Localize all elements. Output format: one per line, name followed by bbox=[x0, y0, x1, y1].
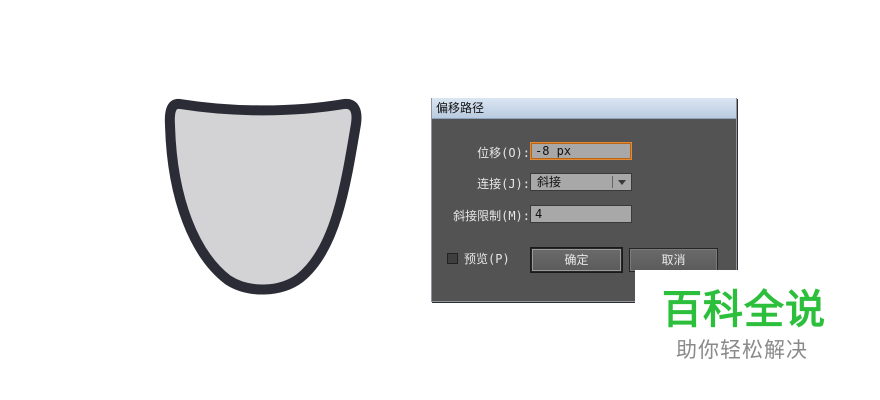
offset-path-shape[interactable] bbox=[164, 98, 362, 295]
preview-label[interactable]: 预览(P) bbox=[464, 250, 510, 267]
select-divider bbox=[612, 176, 613, 188]
offset-input[interactable]: -8 px bbox=[530, 142, 632, 160]
watermark-slogan: 助你轻松解决 bbox=[676, 338, 808, 362]
watermark-logo-text: 百科全说 bbox=[662, 287, 826, 333]
offset-label: 位移(O): bbox=[477, 146, 530, 160]
preview-checkbox[interactable] bbox=[447, 253, 458, 264]
joins-select[interactable]: 斜接 bbox=[530, 173, 632, 191]
joins-label: 连接(J): bbox=[477, 177, 530, 191]
ok-button[interactable]: 确定 bbox=[531, 248, 622, 272]
cancel-button[interactable]: 取消 bbox=[629, 248, 718, 272]
miter-limit-input[interactable]: 4 bbox=[530, 205, 632, 223]
miter-limit-label: 斜接限制(M): bbox=[453, 209, 530, 223]
joins-selected-value: 斜接 bbox=[537, 175, 562, 189]
chevron-down-icon[interactable] bbox=[618, 180, 626, 185]
dialog-title: 偏移路径 bbox=[432, 98, 736, 119]
